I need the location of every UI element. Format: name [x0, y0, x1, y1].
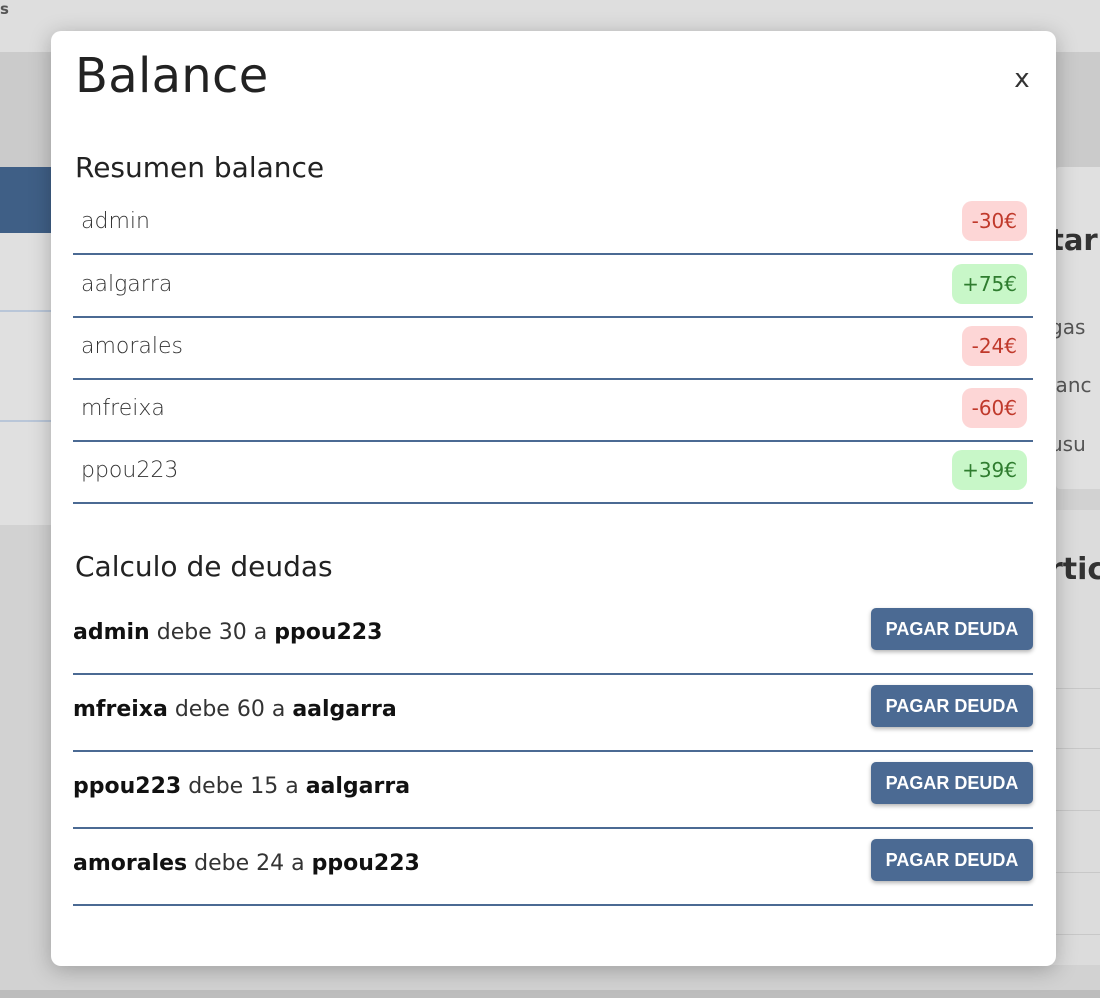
balance-amount-badge: +75€: [952, 264, 1027, 304]
background-card-2-divider: [1056, 872, 1100, 873]
debt-row: ppou223 debe 15 a aalgarra PAGAR DEUDA: [73, 753, 1033, 829]
debt-description: amorales debe 24 a ppou223: [73, 851, 420, 876]
balance-row: aalgarra +75€: [73, 256, 1033, 318]
debt-connector: a: [253, 620, 268, 645]
background-card-2-divider: [1056, 748, 1100, 749]
debt-amount: 24: [256, 851, 285, 876]
background-sidebar-divider: [0, 310, 52, 312]
creditor-name: aalgarra: [305, 774, 411, 799]
debtor-name: amorales: [73, 851, 188, 876]
background-topbar-text: s: [0, 0, 9, 18]
pay-debt-button[interactable]: PAGAR DEUDA: [871, 685, 1033, 727]
debt-connector: a: [285, 774, 299, 799]
debtor-name: mfreixa: [73, 697, 168, 722]
debt-description: admin debe 30 a ppou223: [73, 620, 382, 645]
debt-row: admin debe 30 a ppou223 PAGAR DEUDA: [73, 599, 1033, 675]
creditor-name: aalgarra: [292, 697, 397, 722]
background-card-text: usu: [1056, 432, 1086, 456]
debt-connector: a: [291, 851, 305, 876]
debt-verb: debe: [174, 697, 230, 722]
pay-debt-button[interactable]: PAGAR DEUDA: [871, 608, 1033, 650]
debt-description: mfreixa debe 60 a aalgarra: [73, 697, 397, 722]
balance-user: ppou223: [81, 458, 179, 483]
balance-row: admin -30€: [73, 193, 1033, 255]
debtor-name: ppou223: [73, 774, 182, 799]
background-card-2-divider: [1056, 934, 1100, 935]
background-card-2-divider: [1056, 688, 1100, 689]
balance-row: amorales -24€: [73, 318, 1033, 380]
background-sidebar: [0, 167, 52, 525]
pay-debt-button[interactable]: PAGAR DEUDA: [871, 762, 1033, 804]
background-sidebar-divider: [0, 420, 52, 422]
debt-amount: 60: [236, 697, 265, 722]
debt-amount: 15: [250, 774, 279, 799]
background-card: tar gas lanc usu: [1056, 167, 1100, 489]
balance-amount-badge: +39€: [952, 450, 1027, 490]
debt-amount: 30: [218, 620, 247, 645]
balance-row: ppou223 +39€: [73, 442, 1033, 504]
background-sidebar-active-item: [0, 167, 52, 233]
balance-amount-badge: -24€: [961, 326, 1027, 366]
debts-heading: Calculo de deudas: [75, 550, 333, 583]
background-footer: [0, 990, 1100, 998]
debt-verb: debe: [194, 851, 250, 876]
balance-user: aalgarra: [81, 272, 173, 297]
balance-amount-badge: -30€: [961, 201, 1027, 241]
background-card-2-divider: [1056, 810, 1100, 811]
debt-verb: debe: [188, 774, 244, 799]
debt-row: amorales debe 24 a ppou223 PAGAR DEUDA: [73, 830, 1033, 906]
background-card-title: tar: [1056, 223, 1098, 257]
debt-description: ppou223 debe 15 a aalgarra: [73, 774, 410, 799]
balance-user: mfreixa: [81, 396, 165, 421]
balance-row: mfreixa -60€: [73, 380, 1033, 442]
background-card-text: gas: [1056, 315, 1086, 339]
balance-modal: Balance x Resumen balance admin -30€ aal…: [51, 31, 1056, 966]
close-button[interactable]: x: [1007, 64, 1037, 94]
balance-amount-badge: -60€: [961, 388, 1027, 428]
modal-title: Balance: [75, 48, 269, 104]
creditor-name: ppou223: [311, 851, 420, 876]
summary-heading: Resumen balance: [75, 151, 325, 184]
debt-connector: a: [271, 697, 286, 722]
debt-verb: debe: [156, 620, 212, 645]
creditor-name: ppou223: [274, 620, 383, 645]
background-card-text: lanc: [1056, 373, 1092, 397]
balance-user: amorales: [81, 334, 184, 359]
pay-debt-button[interactable]: PAGAR DEUDA: [871, 839, 1033, 881]
debtor-name: admin: [73, 620, 150, 645]
debt-row: mfreixa debe 60 a aalgarra PAGAR DEUDA: [73, 676, 1033, 752]
balance-user: admin: [81, 209, 150, 234]
